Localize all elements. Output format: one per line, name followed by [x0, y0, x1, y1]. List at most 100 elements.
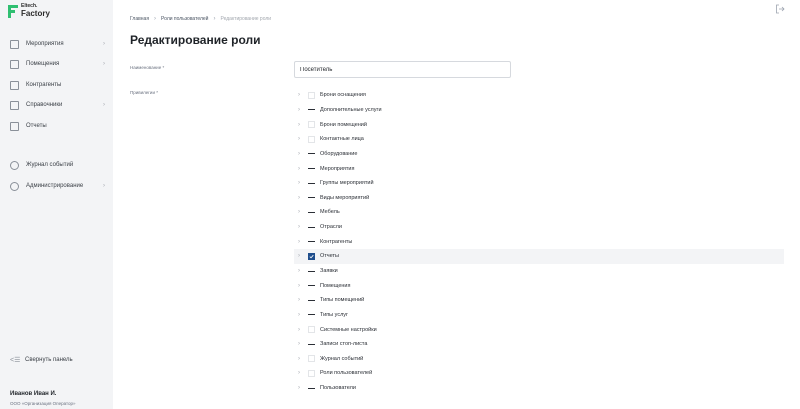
- sidebar-item-contractors[interactable]: Контрагенты: [10, 78, 105, 92]
- sidebar-item-events[interactable]: Мероприятия ›: [10, 37, 105, 51]
- privilege-label: Типы помещений: [320, 297, 365, 304]
- expand-chevron-icon[interactable]: ›: [298, 341, 305, 347]
- privilege-row[interactable]: › Журнал событий: [294, 352, 784, 367]
- role-name-input[interactable]: [294, 61, 511, 78]
- privilege-row[interactable]: › Оборудование: [294, 147, 784, 162]
- logo-line2: Factory: [21, 9, 50, 18]
- privilege-label: Заявки: [320, 268, 338, 274]
- privilege-row[interactable]: › Контрагенты: [294, 234, 784, 249]
- expand-chevron-icon[interactable]: ›: [298, 224, 305, 230]
- expand-chevron-icon[interactable]: ›: [298, 122, 305, 128]
- privilege-row[interactable]: › Роли пользователей: [294, 366, 784, 381]
- privilege-label: Помещения: [320, 282, 351, 289]
- sidebar-item-label: Администрирование: [26, 183, 84, 189]
- page-title: Редактирование роли: [130, 33, 261, 47]
- privilege-checkbox[interactable]: [308, 369, 315, 377]
- collapse-panel-button[interactable]: <☰ Свернуть панель: [10, 356, 73, 364]
- sidebar-item-administration[interactable]: Администрирование ›: [10, 179, 105, 193]
- privilege-row[interactable]: › Брони оснащения: [294, 88, 784, 103]
- sidebar-item-event-log[interactable]: Журнал событий: [10, 158, 105, 172]
- privilege-checkbox[interactable]: [308, 238, 315, 245]
- privilege-label: Роли пользователей: [320, 370, 373, 377]
- privilege-row[interactable]: › Помещения: [294, 278, 784, 293]
- sidebar-item-label: Помещения: [26, 61, 60, 67]
- privilege-row[interactable]: › Отчеты: [294, 249, 784, 264]
- privilege-row[interactable]: › Отрасли: [294, 220, 784, 235]
- expand-chevron-icon[interactable]: ›: [298, 297, 305, 303]
- logout-icon[interactable]: [775, 4, 785, 14]
- privilege-row[interactable]: › Группы мероприятий: [294, 176, 784, 191]
- logo[interactable]: Eltech. Factory: [8, 4, 50, 18]
- privilege-row[interactable]: › Записи стоп-листа: [294, 337, 784, 352]
- breadcrumb-separator-icon: ›: [154, 16, 157, 22]
- contractors-icon: [10, 80, 19, 90]
- privilege-row[interactable]: › Мероприятия: [294, 161, 784, 176]
- expand-chevron-icon[interactable]: ›: [298, 239, 305, 245]
- privilege-label: Мероприятия: [320, 165, 355, 172]
- privilege-checkbox[interactable]: [308, 311, 315, 318]
- logo-text: Eltech. Factory: [21, 4, 50, 18]
- expand-chevron-icon[interactable]: ›: [298, 209, 305, 215]
- chevron-right-icon: ›: [103, 183, 105, 189]
- expand-chevron-icon[interactable]: ›: [298, 327, 305, 333]
- breadcrumb-home[interactable]: Главная: [130, 16, 149, 22]
- privileges-label: Привилегии *: [130, 90, 158, 95]
- privilege-checkbox[interactable]: [308, 121, 315, 129]
- expand-chevron-icon[interactable]: ›: [298, 107, 305, 113]
- expand-chevron-icon[interactable]: ›: [298, 195, 305, 201]
- privilege-checkbox[interactable]: [308, 297, 315, 304]
- privilege-row[interactable]: › Контактные лица: [294, 132, 784, 147]
- privilege-checkbox[interactable]: [308, 91, 315, 99]
- privilege-row[interactable]: › Мебель: [294, 205, 784, 220]
- privilege-row[interactable]: › Пользователи: [294, 381, 784, 396]
- expand-chevron-icon[interactable]: ›: [298, 151, 305, 157]
- privilege-label: Брони помещений: [320, 121, 367, 128]
- privilege-row[interactable]: › Дополнительные услуги: [294, 103, 784, 118]
- privilege-row[interactable]: › Типы помещений: [294, 293, 784, 308]
- privilege-row[interactable]: › Заявки: [294, 264, 784, 279]
- privilege-row[interactable]: › Брони помещений: [294, 117, 784, 132]
- privilege-row[interactable]: › Виды мероприятий: [294, 190, 784, 205]
- expand-chevron-icon[interactable]: ›: [298, 356, 305, 362]
- sidebar-item-rooms[interactable]: Помещения ›: [10, 57, 105, 71]
- privilege-row[interactable]: › Типы услуг: [294, 308, 784, 323]
- privilege-checkbox[interactable]: [308, 165, 315, 172]
- privilege-checkbox[interactable]: [308, 180, 315, 187]
- expand-chevron-icon[interactable]: ›: [298, 268, 305, 274]
- sidebar-item-label: Мероприятия: [26, 41, 64, 47]
- privilege-label: Оборудование: [320, 150, 358, 157]
- sidebar-item-label: Журнал событий: [26, 162, 74, 168]
- privilege-row[interactable]: › Системные настройки: [294, 322, 784, 337]
- expand-chevron-icon[interactable]: ›: [298, 166, 305, 172]
- privilege-checkbox[interactable]: [308, 385, 315, 392]
- privilege-checkbox[interactable]: [308, 224, 315, 231]
- breadcrumb-user-roles[interactable]: Роли пользователей: [161, 16, 208, 22]
- expand-chevron-icon[interactable]: ›: [298, 385, 305, 391]
- expand-chevron-icon[interactable]: ›: [298, 136, 305, 142]
- expand-chevron-icon[interactable]: ›: [298, 180, 305, 186]
- expand-chevron-icon[interactable]: ›: [298, 92, 305, 98]
- expand-chevron-icon[interactable]: ›: [298, 312, 305, 318]
- expand-chevron-icon[interactable]: ›: [298, 370, 305, 376]
- privilege-checkbox[interactable]: [308, 135, 315, 143]
- privilege-checkbox[interactable]: [308, 326, 315, 334]
- privilege-checkbox[interactable]: [308, 106, 315, 113]
- room-icon: [10, 59, 19, 69]
- privilege-label: Мебель: [320, 209, 340, 216]
- sidebar-item-references[interactable]: Справочники ›: [10, 98, 105, 112]
- expand-chevron-icon[interactable]: ›: [298, 283, 305, 289]
- privilege-checkbox[interactable]: [308, 282, 315, 289]
- privilege-checkbox[interactable]: [308, 355, 315, 363]
- privilege-label: Записи стоп-листа: [320, 341, 368, 348]
- privilege-checkbox[interactable]: [308, 194, 315, 201]
- privilege-checkbox[interactable]: [308, 252, 315, 260]
- expand-chevron-icon[interactable]: ›: [298, 253, 305, 259]
- privilege-checkbox[interactable]: [308, 209, 315, 216]
- sidebar-item-reports[interactable]: Отчеты: [10, 119, 105, 133]
- privilege-checkbox[interactable]: [308, 150, 315, 157]
- privilege-label: Журнал событий: [320, 355, 364, 362]
- privilege-checkbox[interactable]: [308, 268, 315, 275]
- privilege-checkbox[interactable]: [308, 341, 315, 348]
- user-organization: ООО «Организация Оператор»: [10, 401, 76, 406]
- sidebar-item-label: Справочники: [26, 102, 63, 108]
